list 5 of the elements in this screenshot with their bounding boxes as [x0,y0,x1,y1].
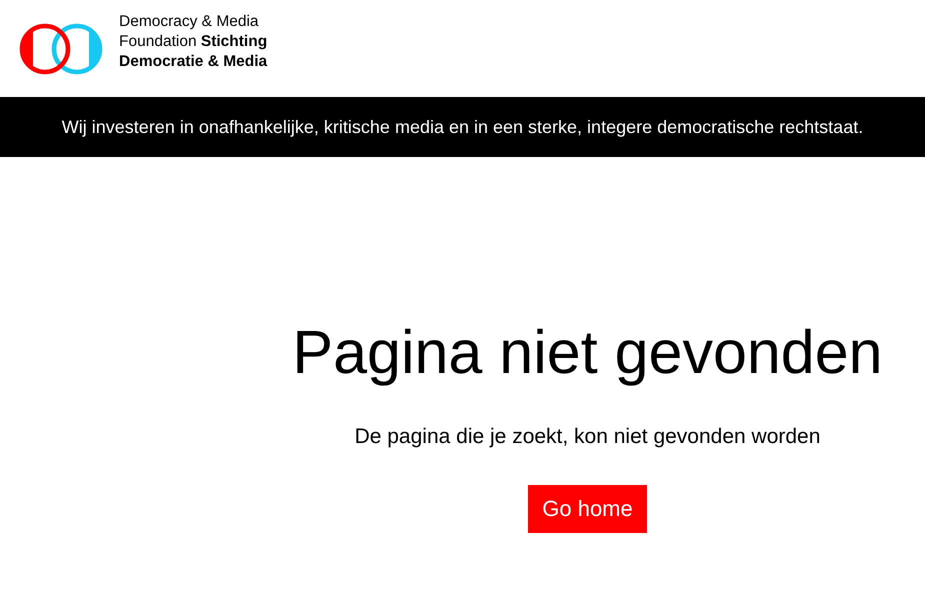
page-title: Pagina niet gevonden [292,317,883,387]
go-home-button[interactable]: Go home [528,485,647,533]
error-message: De pagina die je zoekt, kon niet gevonden worden [354,425,820,449]
logo-text: Democracy & Media Foundation Stichting Democratie & Media [119,12,268,72]
tagline-text: Wij investeren in onafhankelijke, kritische media en in een sterke, integere democratische rechtstaat. [62,116,864,138]
